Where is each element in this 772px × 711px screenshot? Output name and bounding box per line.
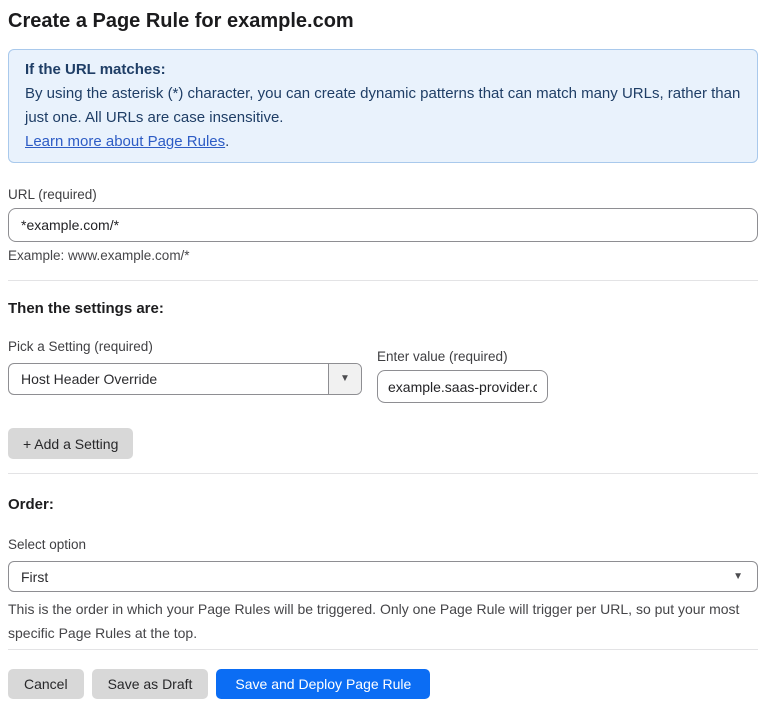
- enter-value-column: Enter value (required): [377, 349, 548, 403]
- order-select-value: First: [21, 568, 49, 585]
- settings-row: Pick a Setting (required) Host Header Ov…: [8, 339, 758, 403]
- save-deploy-button[interactable]: Save and Deploy Page Rule: [216, 669, 431, 699]
- divider: [8, 280, 758, 281]
- chevron-down-icon: ▼: [733, 570, 743, 582]
- footer-actions: Cancel Save as Draft Save and Deploy Pag…: [8, 669, 758, 699]
- info-box-link-line: Learn more about Page Rules.: [25, 130, 741, 154]
- learn-more-link[interactable]: Learn more about Page Rules: [25, 133, 225, 150]
- info-box-body: By using the asterisk (*) character, you…: [25, 85, 741, 126]
- page-title: Create a Page Rule for example.com: [8, 10, 354, 32]
- pick-setting-column: Pick a Setting (required) Host Header Ov…: [8, 339, 362, 403]
- page-rule-form: Create a Page Rule for example.com If th…: [0, 8, 766, 699]
- link-period: .: [225, 133, 230, 150]
- url-label: URL (required): [8, 187, 97, 202]
- chevron-down-icon: ▼: [340, 373, 350, 384]
- url-helper: Example: www.example.com/*: [8, 248, 190, 263]
- divider: [8, 473, 758, 474]
- enter-value-input[interactable]: [377, 370, 548, 403]
- order-select-arrow: ▼: [733, 570, 757, 582]
- pick-setting-select[interactable]: Host Header Override ▼: [8, 363, 362, 395]
- url-input[interactable]: [8, 208, 758, 242]
- pick-setting-value: Host Header Override: [21, 371, 158, 387]
- save-draft-button[interactable]: Save as Draft: [91, 669, 209, 699]
- settings-heading: Then the settings are:: [8, 300, 164, 317]
- select-option-label: Select option: [8, 537, 87, 552]
- pick-setting-label: Pick a Setting (required): [8, 339, 153, 354]
- divider: [8, 649, 758, 650]
- order-helper-text: This is the order in which your Page Rul…: [8, 601, 740, 641]
- order-select[interactable]: First ▼: [8, 561, 758, 592]
- order-heading: Order:: [8, 496, 54, 513]
- cancel-button[interactable]: Cancel: [8, 669, 84, 699]
- enter-value-label: Enter value (required): [377, 349, 508, 364]
- add-setting-button[interactable]: + Add a Setting: [8, 428, 134, 459]
- info-box-heading: If the URL matches:: [25, 61, 166, 78]
- pick-setting-arrow-segment[interactable]: ▼: [328, 364, 361, 394]
- info-box: If the URL matches: By using the asteris…: [8, 49, 758, 163]
